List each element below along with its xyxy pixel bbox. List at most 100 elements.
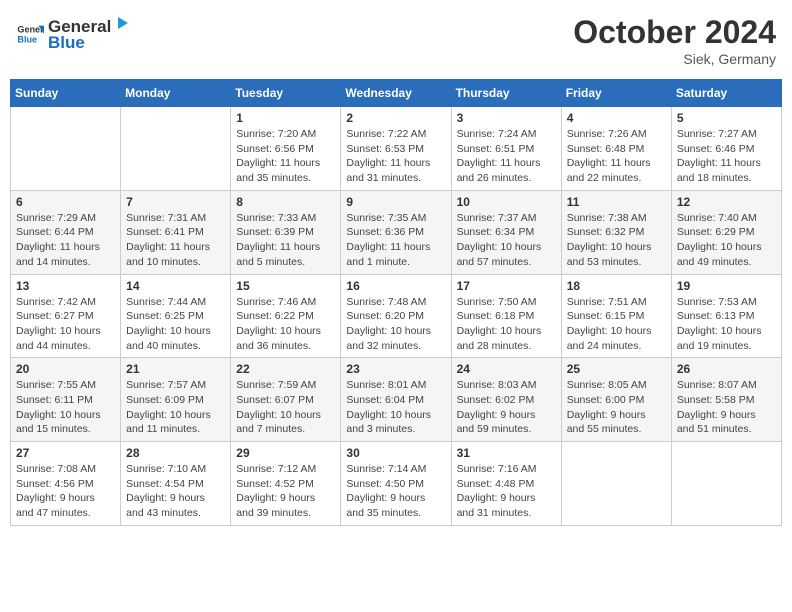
day-number: 23: [346, 362, 445, 376]
calendar-cell: 29Sunrise: 7:12 AM Sunset: 4:52 PM Dayli…: [231, 442, 341, 526]
day-number: 22: [236, 362, 335, 376]
calendar-cell: 26 Sunrise: 8:07 AM Sunset: 5:58 PM Dayli…: [671, 358, 781, 442]
day-info: Sunrise: 7:48 AM Sunset: 6:20 PM Dayligh…: [346, 295, 445, 354]
day-number: 11: [567, 195, 666, 209]
calendar-cell: 19 Sunrise: 7:53 AM Sunset: 6:13 PM Dayli…: [671, 274, 781, 358]
day-info: Sunrise: 7:46 AM Sunset: 6:22 PM Dayligh…: [236, 295, 335, 354]
calendar-cell: 1 Sunrise: 7:20 AM Sunset: 6:56 PM Daylig…: [231, 107, 341, 191]
calendar-cell: [561, 442, 671, 526]
day-info: Sunrise: 7:31 AM Sunset: 6:41 PM Dayligh…: [126, 211, 225, 270]
day-info: Sunrise: 7:50 AM Sunset: 6:18 PM Dayligh…: [457, 295, 556, 354]
weekday-header: Friday: [561, 80, 671, 107]
day-number: 10: [457, 195, 556, 209]
day-info: Sunrise: 7:53 AM Sunset: 6:13 PM Dayligh…: [677, 295, 776, 354]
day-number: 9: [346, 195, 445, 209]
calendar-cell: 22 Sunrise: 7:59 AM Sunset: 6:07 PM Dayli…: [231, 358, 341, 442]
day-number: 6: [16, 195, 115, 209]
day-number: 30: [346, 446, 445, 460]
day-number: 4: [567, 111, 666, 125]
calendar-cell: 2Sunrise: 7:22 AM Sunset: 6:53 PM Daylig…: [341, 107, 451, 191]
calendar-cell: 3 Sunrise: 7:24 AM Sunset: 6:51 PM Daylig…: [451, 107, 561, 191]
weekday-header: Tuesday: [231, 80, 341, 107]
weekday-header: Saturday: [671, 80, 781, 107]
calendar-week-row: 6 Sunrise: 7:29 AM Sunset: 6:44 PM Daylig…: [11, 190, 782, 274]
logo: General Blue General Blue: [16, 14, 131, 53]
location-title: Siek, Germany: [573, 51, 776, 67]
day-info: Sunrise: 7:08 AM Sunset: 4:56 PM Dayligh…: [16, 462, 115, 521]
calendar-cell: 28 Sunrise: 7:10 AM Sunset: 4:54 PM Dayli…: [121, 442, 231, 526]
day-number: 26: [677, 362, 776, 376]
calendar-cell: 6 Sunrise: 7:29 AM Sunset: 6:44 PM Daylig…: [11, 190, 121, 274]
calendar-table: SundayMondayTuesdayWednesdayThursdayFrid…: [10, 79, 782, 526]
day-info: Sunrise: 7:35 AM Sunset: 6:36 PM Dayligh…: [346, 211, 445, 270]
day-info: Sunrise: 7:51 AM Sunset: 6:15 PM Dayligh…: [567, 295, 666, 354]
day-number: 19: [677, 279, 776, 293]
calendar-week-row: 27 Sunrise: 7:08 AM Sunset: 4:56 PM Dayli…: [11, 442, 782, 526]
day-number: 21: [126, 362, 225, 376]
calendar-cell: [11, 107, 121, 191]
day-number: 18: [567, 279, 666, 293]
day-info: Sunrise: 7:57 AM Sunset: 6:09 PM Dayligh…: [126, 378, 225, 437]
day-number: 24: [457, 362, 556, 376]
calendar-cell: 16Sunrise: 7:48 AM Sunset: 6:20 PM Dayli…: [341, 274, 451, 358]
calendar-cell: 13 Sunrise: 7:42 AM Sunset: 6:27 PM Dayli…: [11, 274, 121, 358]
day-number: 3: [457, 111, 556, 125]
calendar-cell: 8 Sunrise: 7:33 AM Sunset: 6:39 PM Daylig…: [231, 190, 341, 274]
logo-arrow-icon: [112, 14, 130, 32]
day-number: 29: [236, 446, 335, 460]
day-info: Sunrise: 7:10 AM Sunset: 4:54 PM Dayligh…: [126, 462, 225, 521]
title-block: October 2024 Siek, Germany: [573, 14, 776, 67]
day-number: 28: [126, 446, 225, 460]
day-info: Sunrise: 7:59 AM Sunset: 6:07 PM Dayligh…: [236, 378, 335, 437]
day-number: 12: [677, 195, 776, 209]
day-info: Sunrise: 7:40 AM Sunset: 6:29 PM Dayligh…: [677, 211, 776, 270]
day-info: Sunrise: 7:33 AM Sunset: 6:39 PM Dayligh…: [236, 211, 335, 270]
day-info: Sunrise: 7:20 AM Sunset: 6:56 PM Dayligh…: [236, 127, 335, 186]
weekday-header: Thursday: [451, 80, 561, 107]
logo-icon: General Blue: [16, 20, 44, 48]
calendar-cell: 12 Sunrise: 7:40 AM Sunset: 6:29 PM Dayli…: [671, 190, 781, 274]
calendar-cell: 30Sunrise: 7:14 AM Sunset: 4:50 PM Dayli…: [341, 442, 451, 526]
calendar-cell: 5Sunrise: 7:27 AM Sunset: 6:46 PM Daylig…: [671, 107, 781, 191]
calendar-week-row: 20 Sunrise: 7:55 AM Sunset: 6:11 PM Dayli…: [11, 358, 782, 442]
calendar-cell: [121, 107, 231, 191]
day-info: Sunrise: 8:05 AM Sunset: 6:00 PM Dayligh…: [567, 378, 666, 437]
weekday-header: Wednesday: [341, 80, 451, 107]
day-number: 31: [457, 446, 556, 460]
calendar-cell: 4 Sunrise: 7:26 AM Sunset: 6:48 PM Daylig…: [561, 107, 671, 191]
day-info: Sunrise: 7:55 AM Sunset: 6:11 PM Dayligh…: [16, 378, 115, 437]
day-info: Sunrise: 7:16 AM Sunset: 4:48 PM Dayligh…: [457, 462, 556, 521]
weekday-header-row: SundayMondayTuesdayWednesdayThursdayFrid…: [11, 80, 782, 107]
day-number: 8: [236, 195, 335, 209]
day-number: 1: [236, 111, 335, 125]
day-info: Sunrise: 7:26 AM Sunset: 6:48 PM Dayligh…: [567, 127, 666, 186]
day-info: Sunrise: 7:37 AM Sunset: 6:34 PM Dayligh…: [457, 211, 556, 270]
day-info: Sunrise: 7:42 AM Sunset: 6:27 PM Dayligh…: [16, 295, 115, 354]
day-number: 15: [236, 279, 335, 293]
day-number: 17: [457, 279, 556, 293]
calendar-week-row: 13 Sunrise: 7:42 AM Sunset: 6:27 PM Dayli…: [11, 274, 782, 358]
day-info: Sunrise: 7:38 AM Sunset: 6:32 PM Dayligh…: [567, 211, 666, 270]
calendar-cell: 15 Sunrise: 7:46 AM Sunset: 6:22 PM Dayli…: [231, 274, 341, 358]
calendar-cell: 21 Sunrise: 7:57 AM Sunset: 6:09 PM Dayli…: [121, 358, 231, 442]
day-number: 27: [16, 446, 115, 460]
calendar-cell: 14 Sunrise: 7:44 AM Sunset: 6:25 PM Dayli…: [121, 274, 231, 358]
day-info: Sunrise: 7:29 AM Sunset: 6:44 PM Dayligh…: [16, 211, 115, 270]
day-info: Sunrise: 7:24 AM Sunset: 6:51 PM Dayligh…: [457, 127, 556, 186]
day-number: 13: [16, 279, 115, 293]
month-title: October 2024: [573, 14, 776, 51]
day-number: 2: [346, 111, 445, 125]
calendar-cell: 24Sunrise: 8:03 AM Sunset: 6:02 PM Dayli…: [451, 358, 561, 442]
weekday-header: Sunday: [11, 80, 121, 107]
calendar-cell: 17 Sunrise: 7:50 AM Sunset: 6:18 PM Dayli…: [451, 274, 561, 358]
svg-text:Blue: Blue: [17, 34, 37, 44]
calendar-cell: 9 Sunrise: 7:35 AM Sunset: 6:36 PM Daylig…: [341, 190, 451, 274]
calendar-cell: 20 Sunrise: 7:55 AM Sunset: 6:11 PM Dayli…: [11, 358, 121, 442]
day-info: Sunrise: 8:07 AM Sunset: 5:58 PM Dayligh…: [677, 378, 776, 437]
calendar-cell: 31 Sunrise: 7:16 AM Sunset: 4:48 PM Dayli…: [451, 442, 561, 526]
page-header: General Blue General Blue October 2024 S…: [10, 10, 782, 71]
day-number: 20: [16, 362, 115, 376]
calendar-cell: 25Sunrise: 8:05 AM Sunset: 6:00 PM Dayli…: [561, 358, 671, 442]
day-info: Sunrise: 7:44 AM Sunset: 6:25 PM Dayligh…: [126, 295, 225, 354]
day-number: 14: [126, 279, 225, 293]
